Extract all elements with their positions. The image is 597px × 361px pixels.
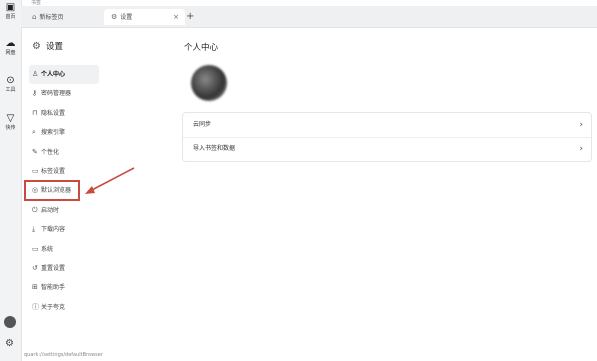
chevron-right-icon: › [579, 120, 583, 130]
profile-avatar[interactable] [191, 65, 227, 101]
status-url: quark://settings/defaultBrowser [24, 352, 103, 358]
row-label: 导入书签和数据 [193, 145, 236, 152]
row-cloud-sync[interactable]: 云同步 › [183, 113, 591, 138]
settings-card: 云同步 › 导入书签和数据 › [182, 112, 592, 162]
chevron-right-icon: › [579, 144, 583, 154]
row-label: 云同步 [193, 121, 212, 128]
page-title: 个人中心 [184, 43, 219, 53]
row-import-bookmarks[interactable]: 导入书签和数据 › [183, 137, 591, 161]
annotation-arrow [85, 167, 135, 194]
